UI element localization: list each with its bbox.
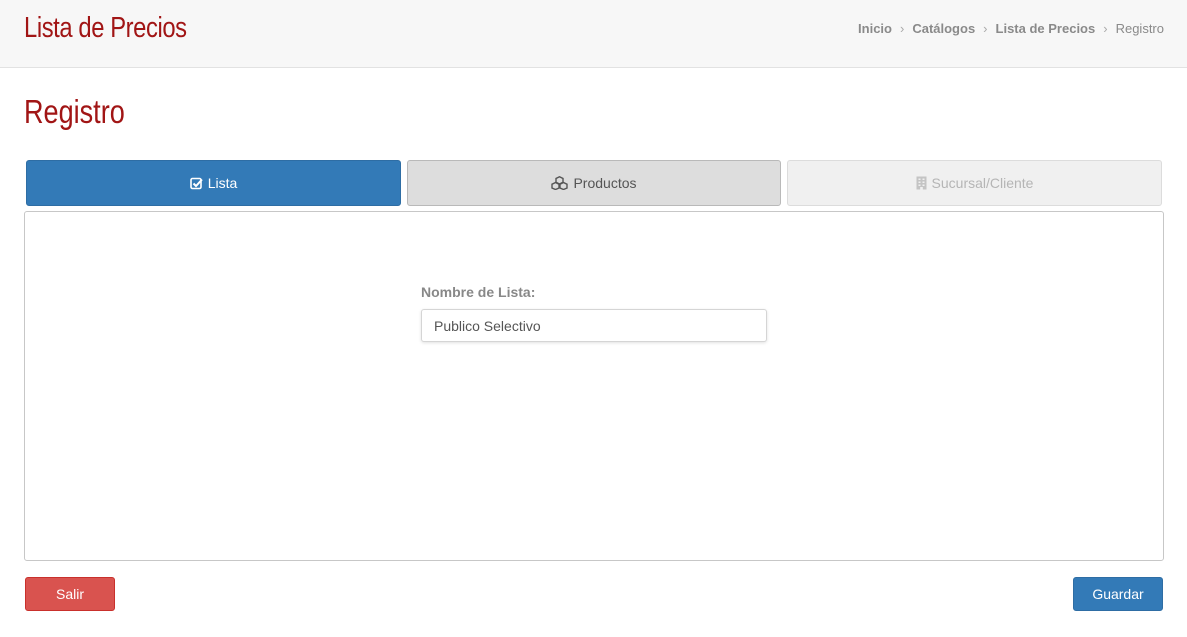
check-square-icon bbox=[189, 177, 203, 190]
breadcrumb-link-lista-de-precios[interactable]: Lista de Precios bbox=[996, 21, 1096, 36]
tab-content-panel bbox=[24, 211, 1164, 561]
top-bar: Lista de Precios Inicio › Catálogos › Lista … bbox=[0, 0, 1187, 68]
building-icon bbox=[916, 176, 927, 190]
breadcrumb-separator: › bbox=[899, 21, 905, 36]
breadcrumb: Inicio › Catálogos › Lista de Precios › Regist… bbox=[858, 21, 1164, 36]
breadcrumb-separator: › bbox=[983, 21, 988, 36]
tab-productos-label: Productos bbox=[573, 175, 637, 191]
tab-productos[interactable]: Productos bbox=[407, 160, 781, 206]
tab-lista-label: Lista bbox=[207, 175, 238, 191]
breadcrumb-separator: › bbox=[1103, 21, 1108, 36]
guardar-button[interactable]: Guardar bbox=[1073, 577, 1163, 611]
nombre-de-lista-input[interactable] bbox=[421, 309, 767, 342]
breadcrumb-current: Registro bbox=[1115, 21, 1164, 36]
tab-lista[interactable]: Lista bbox=[26, 160, 401, 206]
tab-sucursal-cliente-label: Sucursal/Cliente bbox=[931, 175, 1034, 191]
cubes-icon bbox=[551, 176, 569, 190]
breadcrumb-link-inicio[interactable]: Inicio bbox=[858, 21, 892, 36]
nombre-de-lista-label: Nombre de Lista: bbox=[421, 284, 536, 300]
page-title: Registro bbox=[24, 93, 125, 130]
breadcrumb-link-catalogos[interactable]: Catálogos bbox=[912, 21, 975, 36]
app-title: Lista de Precios bbox=[24, 12, 187, 44]
tab-sucursal-cliente[interactable]: Sucursal/Cliente bbox=[787, 160, 1162, 206]
salir-button[interactable]: Salir bbox=[25, 577, 115, 611]
